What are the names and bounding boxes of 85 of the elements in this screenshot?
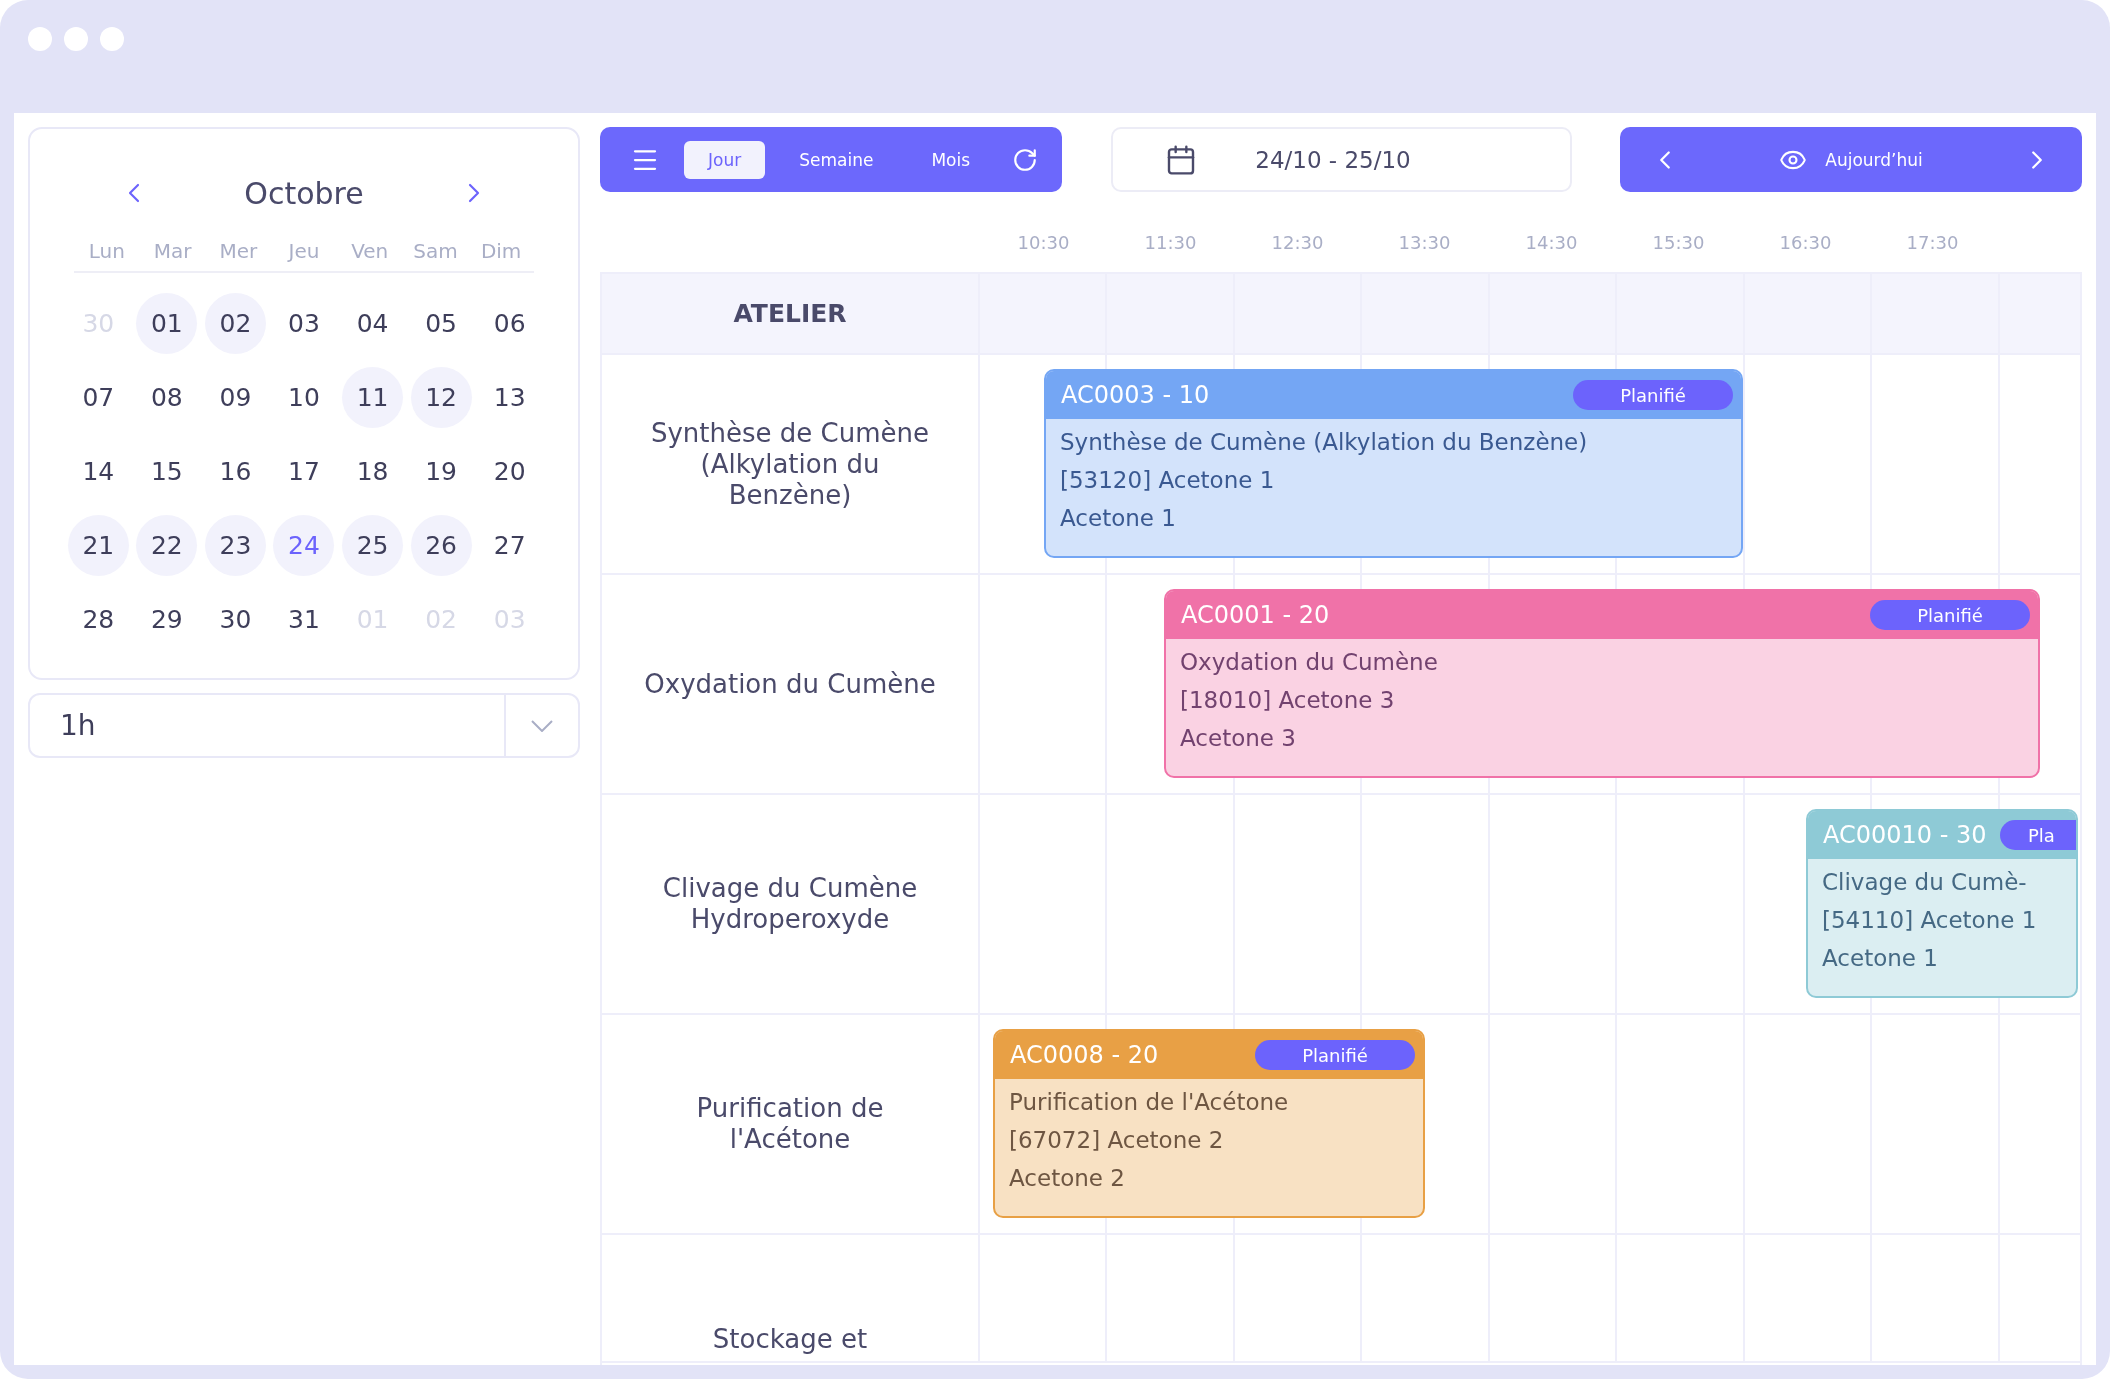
event-card[interactable]: AC00010 - 30 Pla Clivage du Cumè- [54110] Acetone 1 Acetone 1 — [1806, 809, 2078, 998]
calendar-day[interactable]: 28 — [67, 589, 129, 650]
calendar-day[interactable]: 20 — [479, 441, 541, 502]
calendar-day[interactable]: 02 — [204, 293, 266, 354]
event-code: AC0003 - 10 — [1061, 381, 1210, 409]
event-detail: [18010] Acetone 3 — [1180, 686, 1396, 715]
calendar-day[interactable]: 09 — [204, 367, 266, 428]
weekday-label: Mer — [218, 239, 259, 263]
workshop-label: Purification de l'Acétone — [695, 1093, 885, 1155]
event-detail: Acetone 2 — [1009, 1164, 1126, 1193]
refresh-icon[interactable] — [1012, 146, 1038, 173]
time-label: 11:30 — [1143, 232, 1198, 255]
calendar-day[interactable]: 13 — [479, 367, 541, 428]
column-header: ATELIER — [733, 299, 847, 328]
calendar-day[interactable]: 29 — [136, 589, 198, 650]
time-label: 10:30 — [1016, 232, 1071, 255]
calendar-day[interactable]: 18 — [342, 441, 404, 502]
event-detail: Acetone 1 — [1060, 504, 1177, 533]
weekday-label: Mar — [152, 239, 193, 263]
calendar-day[interactable]: 14 — [67, 441, 129, 502]
calendar-day[interactable]: 15 — [136, 441, 198, 502]
weekday-label: Dim — [479, 239, 523, 263]
month-title: Octobre — [244, 175, 364, 211]
date-range-field[interactable]: 24/10 - 25/10 — [1110, 127, 1572, 192]
time-label: 17:30 — [1905, 232, 1960, 255]
event-detail: [67072] Acetone 2 — [1009, 1126, 1225, 1155]
status-badge: Pla — [2000, 820, 2076, 850]
calendar-day[interactable]: 06 — [479, 293, 541, 354]
event-detail: [54110] Acetone 1 — [1822, 906, 2038, 935]
calendar-day[interactable]: 21 — [67, 515, 129, 576]
calendar-day[interactable]: 24 — [273, 515, 335, 576]
calendar-day[interactable]: 22 — [136, 515, 198, 576]
event-detail: Purification de l'Acétone — [1009, 1088, 1290, 1117]
event-card[interactable]: AC0008 - 20 Planifié Purification de l'Acétone [67072] Acetone 2 Acetone 2 — [993, 1029, 1425, 1218]
calendar-day[interactable]: 27 — [479, 515, 541, 576]
calendar-day[interactable]: 16 — [204, 441, 266, 502]
workshop-label: Synthèse de Cumène (Alkylation du Benzène) — [649, 417, 930, 511]
calendar-day[interactable]: 01 — [136, 293, 198, 354]
event-detail: Synthèse de Cumène (Alkylation du Benzène) — [1060, 428, 1589, 457]
event-card[interactable]: AC0003 - 10 Planifié Synthèse de Cumène (Alkylation du Benzène) [53120] Acetone 1 Acetone 1 — [1044, 369, 1743, 558]
calendar-day[interactable]: 03 — [273, 293, 335, 354]
weekday-label: Jeu — [286, 239, 321, 263]
event-detail: Clivage du Cumè- — [1822, 868, 2028, 897]
view-tab[interactable]: Mois — [907, 140, 995, 179]
event-code: AC0008 - 20 — [1010, 1041, 1159, 1069]
calendar-day[interactable]: 26 — [410, 515, 472, 576]
time-label: 13:30 — [1397, 232, 1452, 255]
time-label: 12:30 — [1270, 232, 1325, 255]
weekday-label: Sam — [412, 239, 459, 263]
calendar-day[interactable]: 25 — [342, 515, 404, 576]
workshop-label: Clivage du Cumène Hydroperoxyde — [661, 873, 919, 935]
calendar-day[interactable]: 31 — [273, 589, 335, 650]
calendar-day[interactable]: 30 — [204, 589, 266, 650]
interval-select[interactable]: 1h — [28, 693, 580, 758]
workshop-label: Stockage et — [712, 1324, 868, 1355]
calendar-day[interactable]: 10 — [273, 367, 335, 428]
event-detail: [53120] Acetone 1 — [1060, 466, 1276, 495]
status-badge: Planifié — [1255, 1040, 1415, 1070]
weekday-label: Lun — [87, 239, 126, 263]
calendar-day[interactable]: 08 — [136, 367, 198, 428]
status-badge: Planifié — [1573, 380, 1733, 410]
calendar-day[interactable]: 11 — [342, 367, 404, 428]
calendar-day[interactable]: 23 — [204, 515, 266, 576]
view-tab[interactable]: Jour — [684, 140, 766, 179]
workshop-label: Oxydation du Cumène — [644, 668, 936, 700]
calendar-day[interactable]: 07 — [67, 367, 129, 428]
event-card[interactable]: AC0001 - 20 Planifié Oxydation du Cumène [18010] Acetone 3 Acetone 3 — [1164, 589, 2040, 778]
calendar-day[interactable]: 12 — [410, 367, 472, 428]
calendar-day[interactable]: 17 — [273, 441, 335, 502]
event-detail: Oxydation du Cumène — [1180, 648, 1439, 677]
today-button[interactable]: Aujourd’hui — [1773, 144, 1929, 175]
event-detail: Acetone 1 — [1822, 944, 1939, 973]
calendar-day[interactable]: 04 — [342, 293, 404, 354]
weekday-label: Ven — [350, 239, 390, 263]
view-tab[interactable]: Semaine — [775, 140, 898, 179]
status-badge: Planifié — [1870, 600, 2030, 630]
calendar-day[interactable]: 05 — [410, 293, 472, 354]
time-label: 16:30 — [1778, 232, 1833, 255]
chevron-down-icon — [531, 719, 553, 732]
event-code: AC0001 - 20 — [1181, 601, 1330, 629]
calendar-day[interactable]: 19 — [410, 441, 472, 502]
time-label: 14:30 — [1524, 232, 1579, 255]
event-detail: Acetone 3 — [1180, 724, 1297, 753]
event-code: AC00010 - 30 — [1823, 821, 1987, 849]
time-label: 15:30 — [1651, 232, 1706, 255]
